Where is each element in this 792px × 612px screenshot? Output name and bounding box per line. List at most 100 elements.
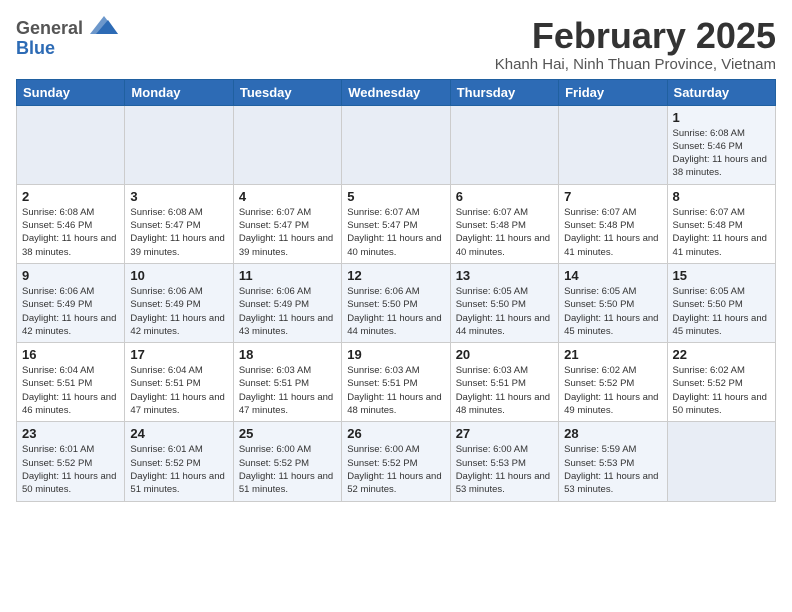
- calendar-day-cell: 17 Sunrise: 6:04 AMSunset: 5:51 PMDayligh…: [125, 343, 233, 422]
- day-number: 18: [239, 347, 336, 362]
- day-number: 20: [456, 347, 553, 362]
- calendar-day-cell: 20 Sunrise: 6:03 AMSunset: 5:51 PMDayligh…: [450, 343, 558, 422]
- day-info: Sunrise: 5:59 AMSunset: 5:53 PMDaylight:…: [564, 443, 661, 496]
- calendar-day-cell: [233, 105, 341, 184]
- calendar-day-cell: 7 Sunrise: 6:07 AMSunset: 5:48 PMDaylight…: [559, 184, 667, 263]
- calendar-week-row: 1Sunrise: 6:08 AMSunset: 5:46 PMDaylight…: [17, 105, 776, 184]
- calendar-day-cell: 15 Sunrise: 6:05 AMSunset: 5:50 PMDayligh…: [667, 263, 775, 342]
- day-number: 2: [22, 189, 119, 204]
- calendar-day-cell: [125, 105, 233, 184]
- calendar-day-cell: [342, 105, 450, 184]
- calendar-day-cell: [450, 105, 558, 184]
- calendar-day-cell: 27 Sunrise: 6:00 AMSunset: 5:53 PMDayligh…: [450, 422, 558, 501]
- calendar-day-cell: 14 Sunrise: 6:05 AMSunset: 5:50 PMDayligh…: [559, 263, 667, 342]
- logo-blue: Blue: [16, 39, 55, 57]
- calendar-day-cell: 10 Sunrise: 6:06 AMSunset: 5:49 PMDayligh…: [125, 263, 233, 342]
- calendar-week-row: 2 Sunrise: 6:08 AMSunset: 5:46 PMDaylight…: [17, 184, 776, 263]
- day-number: 27: [456, 426, 553, 441]
- weekday-header-tuesday: Tuesday: [233, 79, 341, 105]
- day-info: Sunrise: 6:05 AMSunset: 5:50 PMDaylight:…: [456, 285, 553, 338]
- day-info: Sunrise: 6:01 AMSunset: 5:52 PMDaylight:…: [22, 443, 119, 496]
- weekday-header-sunday: Sunday: [17, 79, 125, 105]
- calendar-day-cell: 4 Sunrise: 6:07 AMSunset: 5:47 PMDaylight…: [233, 184, 341, 263]
- day-number: 22: [673, 347, 770, 362]
- day-info: Sunrise: 6:03 AMSunset: 5:51 PMDaylight:…: [347, 364, 444, 417]
- day-info: Sunrise: 6:05 AMSunset: 5:50 PMDaylight:…: [564, 285, 661, 338]
- day-number: 25: [239, 426, 336, 441]
- day-info: Sunrise: 6:03 AMSunset: 5:51 PMDaylight:…: [456, 364, 553, 417]
- day-number: 11: [239, 268, 336, 283]
- calendar-day-cell: 23 Sunrise: 6:01 AMSunset: 5:52 PMDayligh…: [17, 422, 125, 501]
- day-info: Sunrise: 6:05 AMSunset: 5:50 PMDaylight:…: [673, 285, 770, 338]
- day-info: Sunrise: 6:07 AMSunset: 5:47 PMDaylight:…: [239, 206, 336, 259]
- calendar-day-cell: 8 Sunrise: 6:07 AMSunset: 5:48 PMDaylight…: [667, 184, 775, 263]
- weekday-header-thursday: Thursday: [450, 79, 558, 105]
- day-number: 8: [673, 189, 770, 204]
- day-info: Sunrise: 6:00 AMSunset: 5:53 PMDaylight:…: [456, 443, 553, 496]
- day-number: 21: [564, 347, 661, 362]
- calendar-day-cell: [17, 105, 125, 184]
- logo-general: General: [16, 18, 83, 38]
- day-info: Sunrise: 6:04 AMSunset: 5:51 PMDaylight:…: [130, 364, 227, 417]
- calendar-day-cell: 19Sunrise: 6:03 AMSunset: 5:51 PMDayligh…: [342, 343, 450, 422]
- weekday-header-wednesday: Wednesday: [342, 79, 450, 105]
- day-number: 10: [130, 268, 227, 283]
- day-info: Sunrise: 6:08 AMSunset: 5:46 PMDaylight:…: [22, 206, 119, 259]
- title-block: February 2025 Khanh Hai, Ninh Thuan Prov…: [495, 16, 776, 73]
- calendar-day-cell: 22 Sunrise: 6:02 AMSunset: 5:52 PMDayligh…: [667, 343, 775, 422]
- day-number: 4: [239, 189, 336, 204]
- day-info: Sunrise: 6:03 AMSunset: 5:51 PMDaylight:…: [239, 364, 336, 417]
- day-number: 17: [130, 347, 227, 362]
- calendar-table: SundayMondayTuesdayWednesdayThursdayFrid…: [16, 79, 776, 502]
- page-header: General Blue February 2025 Khanh Hai, Ni…: [16, 16, 776, 73]
- day-info: Sunrise: 6:07 AMSunset: 5:48 PMDaylight:…: [456, 206, 553, 259]
- day-info: Sunrise: 6:02 AMSunset: 5:52 PMDaylight:…: [564, 364, 661, 417]
- day-info: Sunrise: 6:07 AMSunset: 5:47 PMDaylight:…: [347, 206, 444, 259]
- calendar-week-row: 16Sunrise: 6:04 AMSunset: 5:51 PMDayligh…: [17, 343, 776, 422]
- calendar-day-cell: 28 Sunrise: 5:59 AMSunset: 5:53 PMDayligh…: [559, 422, 667, 501]
- day-number: 7: [564, 189, 661, 204]
- day-number: 6: [456, 189, 553, 204]
- day-info: Sunrise: 6:02 AMSunset: 5:52 PMDaylight:…: [673, 364, 770, 417]
- calendar-day-cell: 2 Sunrise: 6:08 AMSunset: 5:46 PMDaylight…: [17, 184, 125, 263]
- calendar-day-cell: 11 Sunrise: 6:06 AMSunset: 5:49 PMDayligh…: [233, 263, 341, 342]
- day-info: Sunrise: 6:06 AMSunset: 5:49 PMDaylight:…: [130, 285, 227, 338]
- calendar-day-cell: 13 Sunrise: 6:05 AMSunset: 5:50 PMDayligh…: [450, 263, 558, 342]
- day-info: Sunrise: 6:00 AMSunset: 5:52 PMDaylight:…: [347, 443, 444, 496]
- day-number: 3: [130, 189, 227, 204]
- day-number: 26: [347, 426, 444, 441]
- day-number: 15: [673, 268, 770, 283]
- day-info: Sunrise: 6:00 AMSunset: 5:52 PMDaylight:…: [239, 443, 336, 496]
- day-info: Sunrise: 6:07 AMSunset: 5:48 PMDaylight:…: [673, 206, 770, 259]
- calendar-day-cell: 26 Sunrise: 6:00 AMSunset: 5:52 PMDayligh…: [342, 422, 450, 501]
- day-info: Sunrise: 6:06 AMSunset: 5:50 PMDaylight:…: [347, 285, 444, 338]
- calendar-week-row: 9 Sunrise: 6:06 AMSunset: 5:49 PMDaylight…: [17, 263, 776, 342]
- calendar-day-cell: 1Sunrise: 6:08 AMSunset: 5:46 PMDaylight…: [667, 105, 775, 184]
- day-number: 9: [22, 268, 119, 283]
- day-number: 13: [456, 268, 553, 283]
- calendar-day-cell: 18 Sunrise: 6:03 AMSunset: 5:51 PMDayligh…: [233, 343, 341, 422]
- calendar-day-cell: 6 Sunrise: 6:07 AMSunset: 5:48 PMDaylight…: [450, 184, 558, 263]
- day-number: 28: [564, 426, 661, 441]
- calendar-day-cell: [559, 105, 667, 184]
- weekday-header-friday: Friday: [559, 79, 667, 105]
- day-number: 23: [22, 426, 119, 441]
- logo-icon: [90, 16, 118, 34]
- weekday-header-saturday: Saturday: [667, 79, 775, 105]
- calendar-day-cell: 21 Sunrise: 6:02 AMSunset: 5:52 PMDayligh…: [559, 343, 667, 422]
- day-number: 14: [564, 268, 661, 283]
- calendar-day-cell: 9Sunrise: 6:06 AMSunset: 5:49 PMDaylight…: [17, 263, 125, 342]
- day-info: Sunrise: 6:06 AMSunset: 5:49 PMDaylight:…: [239, 285, 336, 338]
- calendar-day-cell: [667, 422, 775, 501]
- day-info: Sunrise: 6:08 AMSunset: 5:47 PMDaylight:…: [130, 206, 227, 259]
- logo: General Blue: [16, 16, 118, 57]
- calendar-week-row: 23 Sunrise: 6:01 AMSunset: 5:52 PMDayligh…: [17, 422, 776, 501]
- calendar-day-cell: 3 Sunrise: 6:08 AMSunset: 5:47 PMDaylight…: [125, 184, 233, 263]
- day-info: Sunrise: 6:07 AMSunset: 5:48 PMDaylight:…: [564, 206, 661, 259]
- day-number: 12: [347, 268, 444, 283]
- calendar-day-cell: 5 Sunrise: 6:07 AMSunset: 5:47 PMDaylight…: [342, 184, 450, 263]
- day-info: Sunrise: 6:01 AMSunset: 5:52 PMDaylight:…: [130, 443, 227, 496]
- calendar-day-cell: 25 Sunrise: 6:00 AMSunset: 5:52 PMDayligh…: [233, 422, 341, 501]
- calendar-day-cell: 12 Sunrise: 6:06 AMSunset: 5:50 PMDayligh…: [342, 263, 450, 342]
- day-number: 5: [347, 189, 444, 204]
